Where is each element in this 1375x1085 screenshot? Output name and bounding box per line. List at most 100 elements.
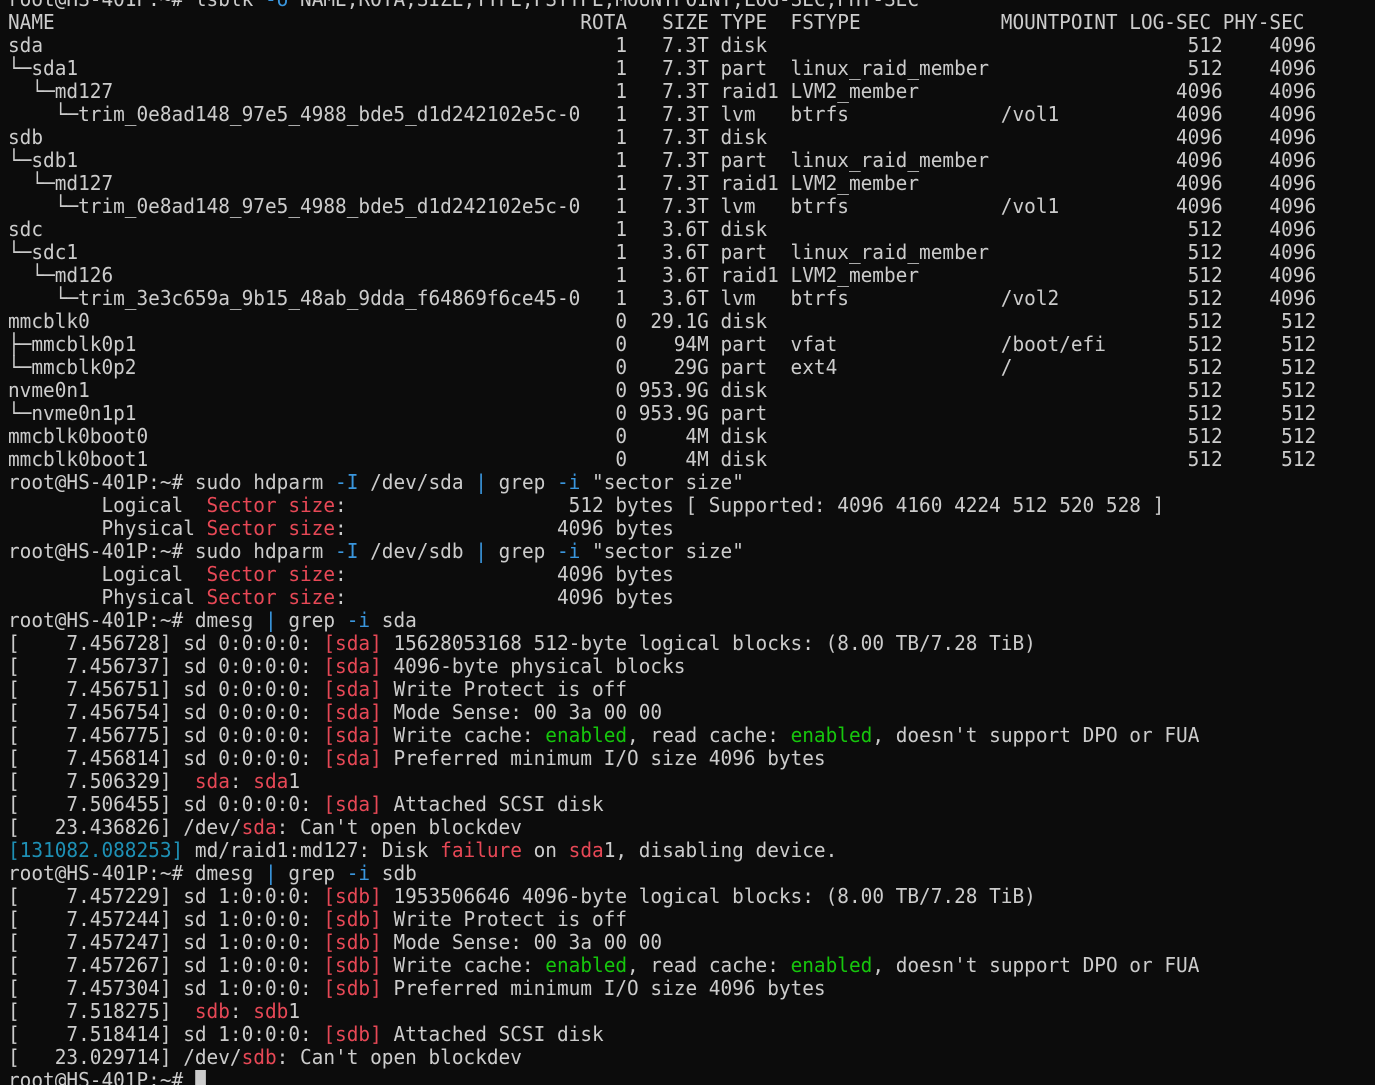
terminal-text: [sda] — [323, 700, 382, 724]
terminal-text: enabled — [790, 723, 873, 747]
terminal-line: └─md126 1 3.6T raid1 LVM2_member 512 409… — [8, 264, 1334, 287]
terminal-text: [sdb] — [323, 907, 382, 931]
terminal-text: Sector size — [206, 493, 336, 517]
terminal-text: -I — [335, 470, 359, 494]
terminal-text: root@HS-401P:~# dmesg — [8, 608, 265, 632]
terminal-text: └─md127 1 7.3T raid1 LVM2_member 4096 40… — [8, 79, 1317, 103]
terminal-line: └─sdc1 1 3.6T part linux_raid_member 512… — [8, 241, 1334, 264]
terminal-line: [ 7.456737] sd 0:0:0:0: [sda] 4096-byte … — [8, 655, 1334, 678]
terminal-text: grep — [486, 470, 557, 494]
terminal-text: : Can't open blockdev — [276, 815, 522, 839]
terminal-text: [ 7.456814] sd 0:0:0:0: — [8, 746, 324, 770]
terminal-text: "sector size" — [580, 470, 744, 494]
terminal-text: └─sdb1 1 7.3T part linux_raid_member 409… — [8, 148, 1317, 172]
terminal-text: Attached SCSI disk — [381, 1022, 604, 1046]
terminal-line: [ 7.456728] sd 0:0:0:0: [sda] 1562805316… — [8, 632, 1334, 655]
terminal-text: [ 7.456751] sd 0:0:0:0: — [8, 677, 324, 701]
terminal-line: [ 7.506455] sd 0:0:0:0: [sda] Attached S… — [8, 793, 1334, 816]
terminal-line: [ 7.457304] sd 1:0:0:0: [sdb] Preferred … — [8, 977, 1334, 1000]
terminal-line: └─md127 1 7.3T raid1 LVM2_member 4096 40… — [8, 172, 1334, 195]
terminal-text: sda — [194, 769, 230, 793]
terminal-text: [sda] — [323, 792, 382, 816]
terminal-line: [ 7.457244] sd 1:0:0:0: [sdb] Write Prot… — [8, 908, 1334, 931]
terminal-text: [ 7.457247] sd 1:0:0:0: — [8, 930, 324, 954]
terminal-text: └─trim_0e8ad148_97e5_4988_bde5_d1d242102… — [8, 194, 1317, 218]
terminal-text: [ 7.457229] sd 1:0:0:0: — [8, 884, 324, 908]
terminal-line: └─mmcblk0p2 0 29G part ext4 / 512 512 — [8, 356, 1334, 379]
terminal-text: 15628053168 512-byte logical blocks: (8.… — [381, 631, 1036, 655]
terminal-text: : 4096 bytes — [335, 516, 674, 540]
terminal-text: Write cache: — [381, 723, 546, 747]
terminal-line: └─trim_0e8ad148_97e5_4988_bde5_d1d242102… — [8, 195, 1334, 218]
terminal-text: └─trim_0e8ad148_97e5_4988_bde5_d1d242102… — [8, 102, 1317, 126]
terminal-text: sdc 1 3.6T disk 512 4096 — [8, 217, 1317, 241]
terminal-text: [ 7.518275] — [8, 999, 195, 1023]
terminal-text: sdb — [370, 861, 417, 885]
terminal-line: └─trim_3e3c659a_9b15_48ab_9dda_f64869f6c… — [8, 287, 1334, 310]
terminal-text: -i — [346, 861, 371, 885]
terminal-text: Write cache: — [381, 953, 546, 977]
terminal-text: [ 7.457244] sd 1:0:0:0: — [8, 907, 324, 931]
terminal-line: └─md127 1 7.3T raid1 LVM2_member 4096 40… — [8, 80, 1334, 103]
terminal-line: └─sda1 1 7.3T part linux_raid_member 512… — [8, 57, 1334, 80]
terminal-text: [sdb] — [323, 953, 382, 977]
terminal-text: [ 7.506329] — [8, 769, 195, 793]
terminal-text: grep — [276, 608, 347, 632]
terminal-line: root@HS-401P:~# dmesg | grep -i sda — [8, 609, 1334, 632]
terminal-line: root@HS-401P:~# sudo hdparm -I /dev/sda … — [8, 471, 1334, 494]
terminal-line: [ 7.518275] sdb: sdb1 — [8, 1000, 1334, 1023]
terminal-line: sdc 1 3.6T disk 512 4096 — [8, 218, 1334, 241]
terminal-output: root@HS-401P:~# lsblk -o NAME,ROTA,SIZE,… — [8, 0, 1375, 1085]
terminal-line: mmcblk0boot0 0 4M disk 512 512 — [8, 425, 1334, 448]
terminal-text: sda 1 7.3T disk 512 4096 — [8, 33, 1317, 57]
terminal-line: [ 23.029714] /dev/sdb: Can't open blockd… — [8, 1046, 1334, 1069]
terminal-text: , read cache: — [627, 953, 791, 977]
terminal-line: [ 7.456751] sd 0:0:0:0: [sda] Write Prot… — [8, 678, 1334, 701]
terminal-text: [ 7.506455] sd 0:0:0:0: — [8, 792, 324, 816]
terminal-text: [ 7.456775] sd 0:0:0:0: — [8, 723, 324, 747]
terminal-text: NAME ROTA SIZE TYPE FSTYPE MOUNTPOINT LO… — [8, 10, 1305, 34]
terminal-text: Preferred minimum I/O size 4096 bytes — [381, 976, 826, 1000]
terminal-text: nvme0n1 0 953.9G disk 512 512 — [8, 378, 1317, 402]
terminal-text: Sector size — [206, 516, 336, 540]
terminal-line: [ 7.518414] sd 1:0:0:0: [sdb] Attached S… — [8, 1023, 1334, 1046]
terminal-text: | — [264, 861, 277, 885]
terminal-text: └─nvme0n1p1 0 953.9G part 512 512 — [8, 401, 1317, 425]
terminal-line: sdb 1 7.3T disk 4096 4096 — [8, 126, 1334, 149]
terminal-text: Mode Sense: 00 3a 00 00 — [381, 930, 663, 954]
terminal-line: root@HS-401P:~# sudo hdparm -I /dev/sdb … — [8, 540, 1334, 563]
terminal-line: [ 7.456814] sd 0:0:0:0: [sda] Preferred … — [8, 747, 1334, 770]
terminal-text: : 4096 bytes — [335, 585, 674, 609]
terminal-text: [sda] — [323, 654, 382, 678]
terminal-text: mmcblk0boot0 0 4M disk 512 512 — [8, 424, 1317, 448]
terminal-line: [ 7.457229] sd 1:0:0:0: [sdb] 1953506646… — [8, 885, 1334, 908]
terminal-text: , doesn't support DPO or FUA — [872, 723, 1200, 747]
terminal-text: sda — [253, 769, 289, 793]
terminal-text: [131082.088253] — [8, 838, 184, 862]
terminal-text: sdb — [194, 999, 230, 1023]
terminal-window[interactable]: root@HS-401P:~# lsblk -o NAME,ROTA,SIZE,… — [0, 0, 1375, 1085]
terminal-text: root@HS-401P:~# sudo hdparm — [8, 539, 336, 563]
terminal-text: Sector size — [206, 562, 336, 586]
terminal-line: [ 7.457267] sd 1:0:0:0: [sdb] Write cach… — [8, 954, 1334, 977]
terminal-text: -I — [335, 539, 359, 563]
terminal-text: [sdb] — [323, 976, 382, 1000]
terminal-text: grep — [276, 861, 347, 885]
terminal-text: : — [229, 999, 254, 1023]
terminal-text: [sdb] — [323, 1022, 382, 1046]
terminal-text: -i — [346, 608, 371, 632]
terminal-text: sdb — [241, 1045, 277, 1069]
terminal-line: root@HS-401P:~# dmesg | grep -i sdb — [8, 862, 1334, 885]
terminal-text: Attached SCSI disk — [381, 792, 604, 816]
terminal-text: [sdb] — [323, 930, 382, 954]
terminal-text: failure — [440, 838, 522, 862]
terminal-text: sdb — [253, 999, 289, 1023]
terminal-text: root@HS-401P:~# sudo hdparm — [8, 470, 336, 494]
terminal-line: root@HS-401P:~# — [8, 1069, 1334, 1085]
terminal-text: , read cache: — [627, 723, 791, 747]
terminal-text: Physical — [8, 516, 207, 540]
terminal-text: -i — [556, 539, 581, 563]
terminal-text: └─md126 1 3.6T raid1 LVM2_member 512 409… — [8, 263, 1317, 287]
terminal-line: Physical Sector size: 4096 bytes — [8, 517, 1334, 540]
terminal-line: [ 7.457247] sd 1:0:0:0: [sdb] Mode Sense… — [8, 931, 1334, 954]
